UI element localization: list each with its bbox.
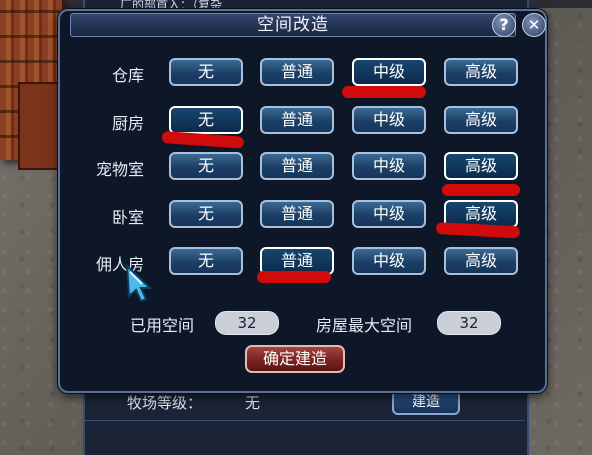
max-space-label: 房屋最大空间 <box>316 316 413 335</box>
ranch-level-label: 牧场等级： <box>127 393 203 412</box>
ranch-level-value: 无 <box>245 393 261 412</box>
room-option-button[interactable]: 普通 <box>260 152 334 180</box>
room-label: 卧室 <box>111 208 144 227</box>
room-option-button[interactable]: 无 <box>169 152 243 180</box>
room-option-button[interactable]: 高级 <box>444 58 518 86</box>
room-option-button[interactable]: 无 <box>169 58 243 86</box>
room-option-button[interactable]: 中级 <box>352 58 426 86</box>
room-option-button[interactable]: 中级 <box>352 247 426 275</box>
room-option-button[interactable]: 普通 <box>260 58 334 86</box>
max-space-value: 32 <box>437 311 501 335</box>
annotation-mark-pet-high <box>442 184 520 196</box>
room-option-button[interactable]: 中级 <box>352 106 426 134</box>
ranch-level-row: 牧场等级： 无 <box>127 391 395 413</box>
room-option-button[interactable]: 无 <box>169 200 243 228</box>
room-option-button[interactable]: 无 <box>169 106 243 134</box>
annotation-mark-servant-normal <box>257 271 331 283</box>
room-label: 仓库 <box>111 66 144 85</box>
room-option-button[interactable]: 无 <box>169 247 243 275</box>
dialog-title: 空间改造 <box>257 15 329 35</box>
help-icon[interactable]: ? <box>492 13 516 37</box>
space-renovation-dialog: 空间改造 ? ✕ 仓库无普通 中级 高级 厨房无普通 中级 高级 宠物室无普通 中级 高级 卧室无… <box>58 9 547 393</box>
room-label: 宠物室 <box>95 160 144 179</box>
close-icon[interactable]: ✕ <box>522 13 546 37</box>
used-space-label: 已用空间 <box>130 316 195 335</box>
used-space-value: 32 <box>215 311 279 335</box>
confirm-build-button[interactable]: 确定建造 <box>245 345 345 373</box>
room-option-button[interactable]: 高级 <box>444 152 518 180</box>
pointer-cursor-icon <box>125 264 153 302</box>
panel-divider <box>85 420 525 421</box>
room-option-button[interactable]: 中级 <box>352 200 426 228</box>
annotation-mark-storage-mid <box>342 86 426 98</box>
room-option-button[interactable]: 中级 <box>352 152 426 180</box>
dialog-titlebar[interactable]: 空间改造 ? ✕ <box>70 13 546 37</box>
room-option-button[interactable]: 高级 <box>444 247 518 275</box>
room-label: 厨房 <box>111 114 144 133</box>
room-option-button[interactable]: 普通 <box>260 200 334 228</box>
room-option-button[interactable]: 普通 <box>260 106 334 134</box>
room-option-button[interactable]: 高级 <box>444 106 518 134</box>
